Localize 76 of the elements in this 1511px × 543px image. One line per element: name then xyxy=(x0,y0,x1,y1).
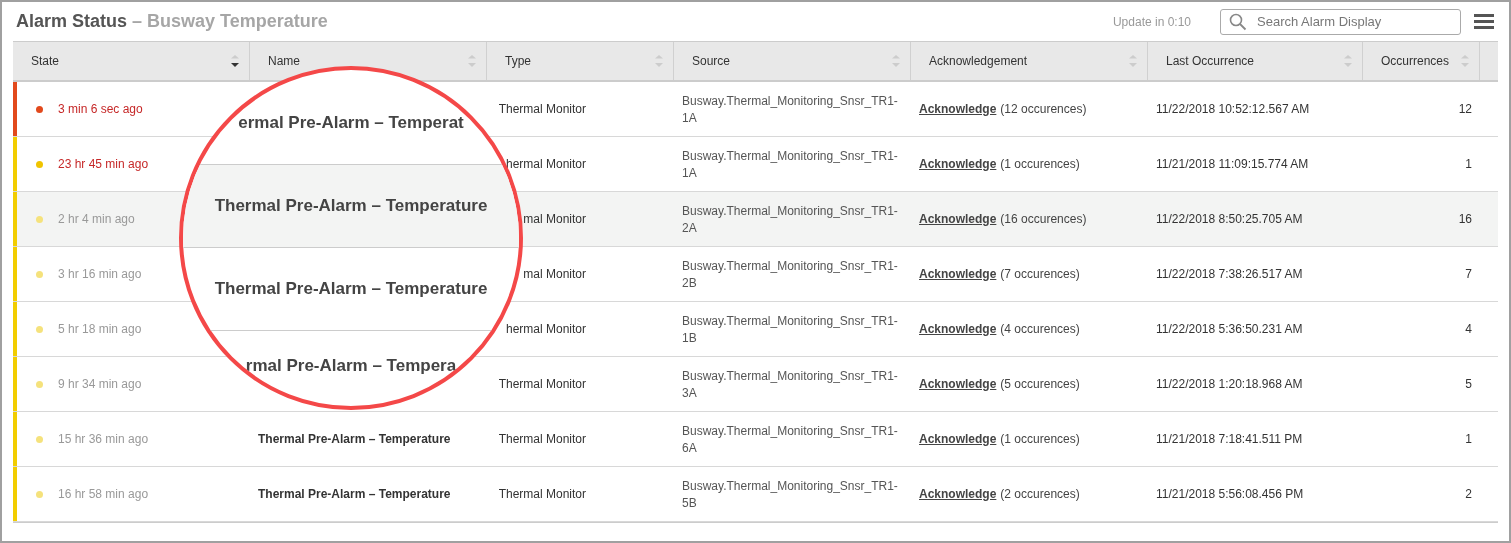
alarm-type: Thermal Monitor xyxy=(497,487,586,501)
last-occurrence: 11/21/2018 5:56:08.456 PM xyxy=(1156,487,1304,501)
alarm-source: Busway.Thermal_Monitoring_Snsr_TR1- 2B xyxy=(682,258,898,292)
occurrences-count: 2 xyxy=(1465,487,1472,501)
alarm-type: Thermal Monitor xyxy=(497,432,586,446)
state-time: 5 hr 18 min ago xyxy=(58,322,142,336)
state-time: 2 hr 4 min ago xyxy=(58,212,135,226)
occurrence-count-note: (12 occurences) xyxy=(1000,102,1087,116)
update-countdown: Update in 0:10 xyxy=(1112,14,1191,29)
occurrences-count: 12 xyxy=(1458,102,1472,116)
occurrences-count: 1 xyxy=(1465,432,1472,446)
alarm-source: Busway.Thermal_Monitoring_Snsr_TR1- 1A xyxy=(682,148,898,182)
state-time: 9 hr 34 min ago xyxy=(58,377,142,391)
acknowledge-link[interactable]: Acknowledge xyxy=(919,377,997,391)
alarm-type: Thermal Monitor xyxy=(497,377,586,391)
last-occurrence: 11/22/2018 8:50:25.705 AM xyxy=(1156,212,1303,226)
last-occurrence: 11/22/2018 1:20:18.968 AM xyxy=(1156,377,1303,391)
column-header[interactable]: Occurrences xyxy=(1363,42,1480,80)
acknowledge-link[interactable]: Acknowledge xyxy=(919,487,997,501)
column-header[interactable]: State xyxy=(13,42,250,80)
search-icon xyxy=(1229,12,1247,31)
occurrence-count-note: (1 occurences) xyxy=(1000,432,1080,446)
alarm-source: Busway.Thermal_Monitoring_Snsr_TR1- 6A xyxy=(682,423,898,457)
last-occurrence: 11/22/2018 10:52:12.567 AM xyxy=(1156,102,1310,116)
magnified-alarm-name: ermal Pre-Alarm – Temperat xyxy=(238,113,464,133)
acknowledge-link[interactable]: Acknowledge xyxy=(919,267,997,281)
acknowledge-link[interactable]: Acknowledge xyxy=(919,102,997,116)
table-row[interactable]: 16 hr 58 min ago Thermal Pre-Alarm – Temperature Thermal Monitor Busway.Thermal_Monitoring_Snsr_TR1- 5B Acknowledge (2 occurences) 11/21/2018 5:56:08.456 PM 2 xyxy=(13,467,1498,522)
search-field[interactable]: Search Alarm Display xyxy=(1220,8,1461,35)
alarm-source: Busway.Thermal_Monitoring_Snsr_TR1- 3A xyxy=(682,368,898,402)
occurrence-count-note: (1 occurences) xyxy=(1000,157,1080,171)
column-header[interactable]: Acknowledgement xyxy=(911,42,1148,80)
alarm-name: Thermal Pre-Alarm – Temperature xyxy=(258,487,451,501)
state-time: 23 hr 45 min ago xyxy=(58,157,149,171)
column-header[interactable]: Type xyxy=(487,42,674,80)
menu-icon[interactable] xyxy=(1474,14,1494,29)
alarm-source: Busway.Thermal_Monitoring_Snsr_TR1- 2A xyxy=(682,203,898,237)
alarm-type: hermal Monitor xyxy=(504,322,586,336)
page-subtitle: – Busway Temperature xyxy=(132,11,328,31)
occurrences-count: 7 xyxy=(1465,267,1472,281)
acknowledge-link[interactable]: Acknowledge xyxy=(919,212,997,226)
acknowledge-link[interactable]: Acknowledge xyxy=(919,432,997,446)
occurrence-count-note: (16 occurences) xyxy=(1000,212,1087,226)
table-row[interactable]: 15 hr 36 min ago Thermal Pre-Alarm – Temperature Thermal Monitor Busway.Thermal_Monitoring_Snsr_TR1- 6A Acknowledge (1 occurences) 11/21/2018 7:18:41.511 PM 1 xyxy=(13,412,1498,467)
alarm-type: mal Monitor xyxy=(522,212,586,226)
state-time: 3 hr 16 min ago xyxy=(58,267,142,281)
alarm-source: Busway.Thermal_Monitoring_Snsr_TR1- 1B xyxy=(682,313,898,347)
alarm-type: mal Monitor xyxy=(522,267,586,281)
occurrences-count: 16 xyxy=(1458,212,1472,226)
alarm-source: Busway.Thermal_Monitoring_Snsr_TR1- 1A xyxy=(682,93,898,127)
acknowledge-link[interactable]: Acknowledge xyxy=(919,157,997,171)
last-occurrence: 11/22/2018 7:38:26.517 AM xyxy=(1156,267,1303,281)
column-header[interactable]: Source xyxy=(674,42,911,80)
state-time: 16 hr 58 min ago xyxy=(58,487,149,501)
last-occurrence: 11/21/2018 7:18:41.511 PM xyxy=(1156,432,1303,446)
page-title: Alarm Status xyxy=(16,11,128,31)
last-occurrence: 11/22/2018 5:36:50.231 AM xyxy=(1156,322,1303,336)
state-time: 15 hr 36 min ago xyxy=(58,432,149,446)
alarm-type: hermal Monitor xyxy=(504,157,586,171)
last-occurrence: 11/21/2018 11:09:15.774 AM xyxy=(1156,157,1309,171)
magnified-alarm-name: Thermal Pre-Alarm – Temperature xyxy=(214,196,488,216)
occurrence-count-note: (4 occurences) xyxy=(1000,322,1080,336)
alarm-type: Thermal Monitor xyxy=(497,102,586,116)
alarm-source: Busway.Thermal_Monitoring_Snsr_TR1- 5B xyxy=(682,478,898,512)
magnified-alarm-name: rmal Pre-Alarm – Tempera xyxy=(245,356,457,376)
occurrences-count: 1 xyxy=(1465,157,1472,171)
occurrence-count-note: (5 occurences) xyxy=(1000,377,1080,391)
occurrences-count: 5 xyxy=(1465,377,1472,391)
occurrence-count-note: (2 occurences) xyxy=(1000,487,1080,501)
acknowledge-link[interactable]: Acknowledge xyxy=(919,322,997,336)
state-time: 3 min 6 sec ago xyxy=(58,102,143,116)
occurrence-count-note: (7 occurences) xyxy=(1000,267,1080,281)
alarm-name: Thermal Pre-Alarm – Temperature xyxy=(258,432,451,446)
magnified-alarm-name: Thermal Pre-Alarm – Temperature xyxy=(214,279,488,299)
column-header[interactable]: Last Occurrence xyxy=(1148,42,1363,80)
occurrences-count: 4 xyxy=(1465,322,1472,336)
